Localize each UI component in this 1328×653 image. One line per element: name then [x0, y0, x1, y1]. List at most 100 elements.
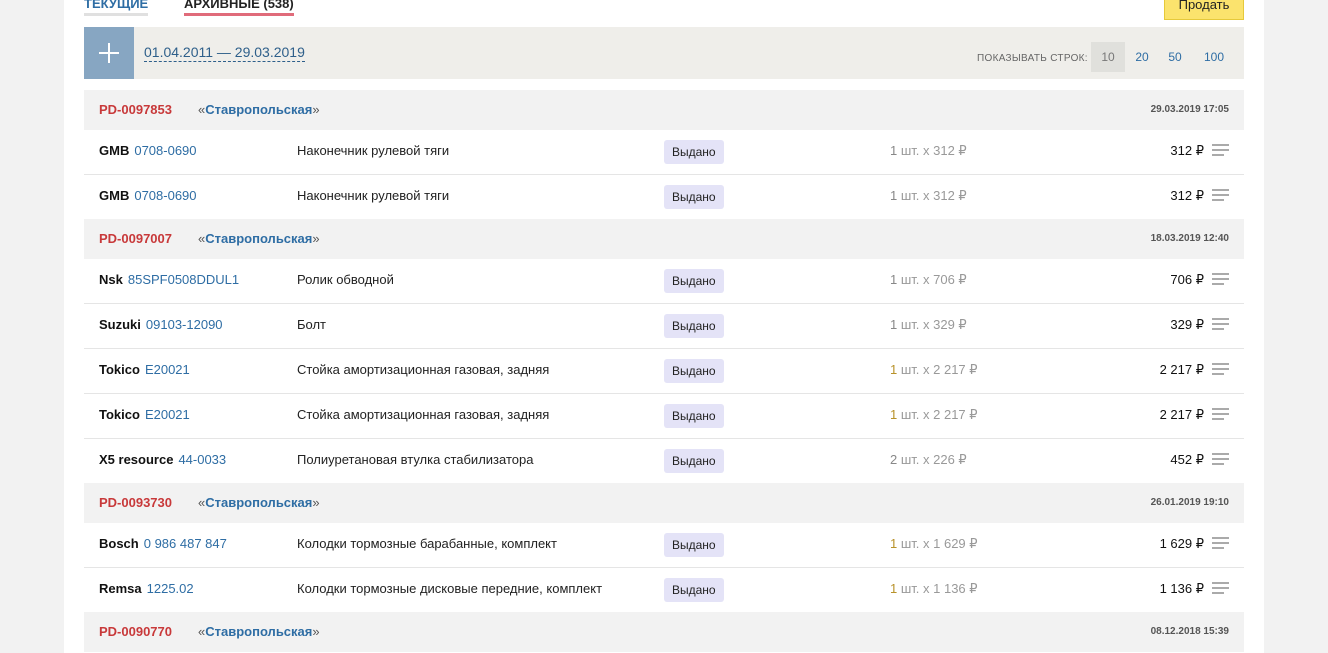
item-brand: Nsk 85SPF0508DDUL1 — [99, 272, 239, 287]
item-description: Наконечник рулевой тяги — [297, 188, 450, 203]
menu-icon[interactable] — [1212, 582, 1229, 595]
order-number[interactable]: PD-0093730 — [99, 495, 172, 510]
item-total-price: 312 ₽ — [1170, 188, 1204, 203]
menu-line — [1212, 368, 1229, 370]
menu-icon[interactable] — [1212, 189, 1229, 202]
rows-option-10[interactable]: 10 — [1091, 42, 1125, 72]
unit-price: шт. x 1 629 ₽ — [897, 536, 978, 551]
menu-icon[interactable] — [1212, 453, 1229, 466]
item-quantity: 1 шт. x 2 217 ₽ — [890, 407, 978, 423]
order-item-row: Tokico E20021 Стойка амортизационная газов… — [84, 394, 1244, 439]
status-badge: Выдано — [664, 314, 724, 338]
order-header: PD-0093730 «Ставропольская» 26.01.2019 19:… — [84, 483, 1244, 523]
brand-name: GMB — [99, 143, 130, 158]
item-brand: Tokico E20021 — [99, 362, 190, 377]
order-store[interactable]: «Ставропольская» — [198, 102, 320, 117]
item-brand: Tokico E20021 — [99, 407, 190, 422]
order-date: 26.01.2019 19:10 — [1150, 497, 1229, 508]
item-total-price: 706 ₽ — [1170, 272, 1204, 287]
status-badge: Выдано — [664, 533, 724, 557]
menu-line — [1212, 458, 1229, 460]
store-name[interactable]: Ставропольская — [205, 102, 312, 117]
order-item-row: X5 resource 44-0033 Полиуретановая втулка … — [84, 439, 1244, 483]
menu-line — [1212, 194, 1229, 196]
filter-bar: 01.04.2011 — 29.03.2019 ПОКАЗЫВАТЬ СТРОК… — [84, 27, 1244, 79]
brand-name: X5 resource — [99, 452, 174, 467]
menu-icon[interactable] — [1212, 318, 1229, 331]
brand-name: Tokico — [99, 407, 140, 422]
menu-line — [1212, 463, 1224, 465]
plus-icon-vertical — [108, 43, 110, 63]
item-quantity: 1 шт. x 312 ₽ — [890, 143, 967, 159]
order-item-row: GMB 0708-0690 Наконечник рулевой тяги Выдан… — [84, 130, 1244, 175]
status-badge: Выдано — [664, 578, 724, 602]
rows-option-50[interactable]: 50 — [1158, 42, 1192, 72]
menu-line — [1212, 453, 1229, 455]
menu-line — [1212, 323, 1229, 325]
add-filter-button[interactable] — [84, 27, 134, 79]
unit-price: шт. x 312 ₽ — [897, 188, 967, 203]
item-description: Стойка амортизационная газовая, задняя — [297, 362, 550, 377]
unit-price: шт. x 312 ₽ — [897, 143, 967, 158]
item-total-price: 452 ₽ — [1170, 452, 1204, 467]
menu-line — [1212, 154, 1224, 156]
article-link[interactable]: E20021 — [145, 362, 190, 377]
date-range-picker[interactable]: 01.04.2011 — 29.03.2019 — [144, 44, 305, 62]
order-number[interactable]: PD-0097853 — [99, 102, 172, 117]
article-link[interactable]: 0 986 487 847 — [144, 536, 227, 551]
order-number[interactable]: PD-0090770 — [99, 624, 172, 639]
brand-name: Tokico — [99, 362, 140, 377]
item-quantity: 1 шт. x 329 ₽ — [890, 317, 967, 333]
tab-archive[interactable]: АРХИВНЫЕ (538) — [184, 0, 294, 16]
quote-close: » — [312, 102, 320, 117]
item-description: Стойка амортизационная газовая, задняя — [297, 407, 550, 422]
menu-line — [1212, 283, 1224, 285]
order-item-row: Bosch 0 986 487 847 Колодки тормозные бара… — [84, 523, 1244, 568]
orders-list: PD-0097853 «Ставропольская» 29.03.2019 17:… — [84, 90, 1244, 652]
brand-name: GMB — [99, 188, 130, 203]
order-item-row: GMB 0708-0690 Наконечник рулевой тяги Выдан… — [84, 175, 1244, 219]
order-header: PD-0097853 «Ставропольская» 29.03.2019 17:… — [84, 90, 1244, 130]
item-quantity: 1 шт. x 1 136 ₽ — [890, 581, 978, 597]
order-item-row: Suzuki 09103-12090 Болт Выдано 1 шт. x 329 ₽… — [84, 304, 1244, 349]
brand-name: Bosch — [99, 536, 139, 551]
order-number[interactable]: PD-0097007 — [99, 231, 172, 246]
order-date: 29.03.2019 17:05 — [1150, 104, 1229, 115]
menu-line — [1212, 413, 1229, 415]
item-total-price: 2 217 ₽ — [1159, 362, 1204, 377]
menu-icon[interactable] — [1212, 408, 1229, 421]
item-description: Ролик обводной — [297, 272, 394, 287]
order-store[interactable]: «Ставропольская» — [198, 624, 320, 639]
item-total-price: 312 ₽ — [1170, 143, 1204, 158]
article-link[interactable]: 44-0033 — [178, 452, 226, 467]
article-link[interactable]: 0708-0690 — [134, 188, 196, 203]
menu-icon[interactable] — [1212, 537, 1229, 550]
status-badge: Выдано — [664, 140, 724, 164]
rows-option-100[interactable]: 100 — [1192, 42, 1236, 72]
store-name[interactable]: Ставропольская — [205, 231, 312, 246]
rows-option-20[interactable]: 20 — [1125, 42, 1159, 72]
article-link[interactable]: 0708-0690 — [134, 143, 196, 158]
item-brand: GMB 0708-0690 — [99, 188, 197, 203]
store-name[interactable]: Ставропольская — [205, 624, 312, 639]
item-quantity: 1 шт. x 2 217 ₽ — [890, 362, 978, 378]
menu-icon[interactable] — [1212, 144, 1229, 157]
item-description: Колодки тормозные дисковые передние, ком… — [297, 581, 603, 596]
store-name[interactable]: Ставропольская — [205, 495, 312, 510]
order-store[interactable]: «Ставропольская» — [198, 495, 320, 510]
orders-page: ТЕКУЩИЕ АРХИВНЫЕ (538) Продать 01.04.201… — [64, 0, 1264, 653]
item-quantity: 1 шт. x 312 ₽ — [890, 188, 967, 204]
item-brand: Remsa 1225.02 — [99, 581, 194, 596]
tab-current[interactable]: ТЕКУЩИЕ — [84, 0, 149, 16]
article-link[interactable]: E20021 — [145, 407, 190, 422]
menu-line — [1212, 144, 1229, 146]
menu-line — [1212, 189, 1229, 191]
menu-icon[interactable] — [1212, 363, 1229, 376]
menu-icon[interactable] — [1212, 273, 1229, 286]
item-total-price: 1 629 ₽ — [1159, 536, 1204, 551]
article-link[interactable]: 85SPF0508DDUL1 — [128, 272, 239, 287]
sell-button[interactable]: Продать — [1164, 0, 1244, 20]
order-store[interactable]: «Ставропольская» — [198, 231, 320, 246]
article-link[interactable]: 1225.02 — [147, 581, 194, 596]
article-link[interactable]: 09103-12090 — [146, 317, 223, 332]
